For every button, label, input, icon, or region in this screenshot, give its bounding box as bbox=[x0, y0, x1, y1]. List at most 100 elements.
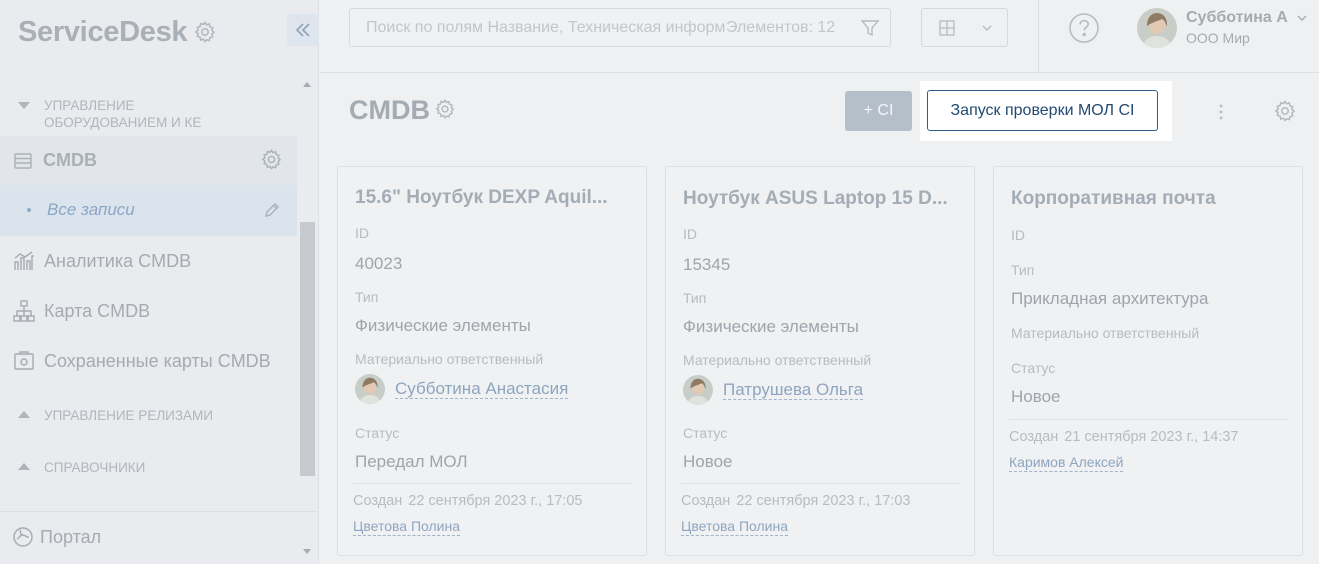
section-reference[interactable]: Справочники bbox=[18, 459, 145, 476]
author-link[interactable]: Цветова Полина bbox=[681, 518, 789, 536]
add-ci-button[interactable]: + CI bbox=[845, 91, 912, 131]
pencil-icon[interactable] bbox=[263, 201, 281, 219]
saved-map-icon bbox=[14, 351, 34, 370]
main-content: CMDB + CI Запуск проверки МОЛ CI 15.6" Н… bbox=[319, 74, 1319, 564]
mol-user-link[interactable]: Патрушева Ольга bbox=[723, 380, 864, 400]
search-input[interactable]: Поиск по полям Название, Техническая инф… bbox=[349, 8, 891, 47]
section-releases[interactable]: Управление релизами bbox=[18, 407, 213, 424]
field-value-type: Физические элементы bbox=[683, 317, 859, 336]
created-date: 22 сентября 2023 г., 17:03 bbox=[736, 493, 911, 509]
sidebar-item-label: CMDB bbox=[43, 150, 97, 170]
sidebar-item-label: Аналитика CMDB bbox=[44, 250, 192, 271]
user-org: ООО Мир bbox=[1186, 30, 1250, 46]
field-label-type: Тип bbox=[683, 290, 707, 306]
mol-user-link[interactable]: Субботина Анастасия bbox=[395, 379, 569, 399]
collapse-sidebar-button[interactable] bbox=[287, 14, 319, 46]
sidebar-item-label: Карта CMDB bbox=[44, 300, 151, 321]
sidebar-item-portal[interactable]: Портал bbox=[0, 511, 319, 564]
double-chevron-left-icon bbox=[295, 23, 310, 37]
filter-icon[interactable] bbox=[860, 18, 880, 38]
avatar[interactable] bbox=[1137, 8, 1177, 48]
hierarchy-icon bbox=[13, 300, 35, 322]
divider bbox=[353, 483, 633, 484]
field-label-status: Статус bbox=[683, 425, 728, 441]
field-label-id: ID bbox=[355, 225, 369, 241]
created-info: Создан 21 сентября 2023 г., 14:37 bbox=[1009, 429, 1238, 445]
author-link[interactable]: Цветова Полина bbox=[353, 518, 461, 536]
portal-icon bbox=[13, 527, 33, 547]
ci-card[interactable]: Корпоративная почта ID Тип Прикладная ар… bbox=[993, 166, 1303, 556]
brand-name: ServiceDesk bbox=[18, 15, 188, 48]
avatar bbox=[683, 375, 713, 405]
help-icon[interactable] bbox=[1068, 12, 1100, 44]
database-icon bbox=[14, 153, 32, 169]
card-title[interactable]: 15.6" Ноутбук DEXP Aquil... bbox=[355, 187, 625, 209]
created-date: 21 сентября 2023 г., 14:37 bbox=[1064, 429, 1239, 445]
sidebar-item-cmdb-map[interactable]: Карта CMDB bbox=[12, 298, 150, 324]
created-info: Создан 22 сентября 2023 г., 17:03 bbox=[681, 493, 910, 509]
sidebar-item-saved-maps[interactable]: Сохраненные карты CMDB bbox=[12, 348, 271, 374]
scroll-up-arrow-icon[interactable] bbox=[303, 82, 311, 87]
field-value-status: Новое bbox=[683, 452, 733, 471]
section-equipment-label: Управление оборудованием и КЕ bbox=[44, 98, 202, 130]
view-mode-select[interactable] bbox=[921, 8, 1008, 47]
field-label-status: Статус bbox=[1011, 360, 1056, 376]
topbar: Поиск по полям Название, Техническая инф… bbox=[319, 0, 1319, 73]
mol-user[interactable]: Субботина Анастасия bbox=[355, 374, 569, 404]
brand: ServiceDesk bbox=[18, 12, 217, 52]
field-value-id: 40023 bbox=[355, 254, 403, 273]
run-mol-check-button[interactable]: Запуск проверки МОЛ CI bbox=[927, 90, 1158, 131]
field-label-mol: Материально ответственный bbox=[355, 351, 544, 367]
triangle-up-icon bbox=[18, 411, 30, 418]
analytics-icon bbox=[14, 251, 34, 270]
sidebar: ServiceDesk Управление оборудованием и К… bbox=[0, 0, 319, 564]
sidebar-item-label: Портал bbox=[40, 526, 102, 547]
ci-card[interactable]: Ноутбук ASUS Laptop 15 D... ID 15345 Тип… bbox=[665, 166, 975, 556]
section-reference-label: Справочники bbox=[44, 460, 146, 475]
sidebar-item-label: Все записи bbox=[47, 200, 135, 219]
ci-card[interactable]: 15.6" Ноутбук DEXP Aquil... ID 40023 Тип… bbox=[337, 166, 647, 556]
sidebar-item-analytics[interactable]: Аналитика CMDB bbox=[12, 248, 191, 274]
avatar bbox=[355, 374, 385, 404]
triangle-up-icon bbox=[18, 463, 30, 470]
created-label: Создан bbox=[681, 493, 731, 509]
section-equipment[interactable]: Управление оборудованием и КЕ bbox=[18, 97, 224, 131]
section-releases-label: Управление релизами bbox=[44, 408, 213, 423]
sidebar-scrollbar-thumb[interactable] bbox=[300, 222, 315, 476]
gear-icon[interactable] bbox=[434, 98, 456, 120]
field-value-status: Передал МОЛ bbox=[355, 452, 468, 471]
chevron-down-icon[interactable] bbox=[1296, 12, 1308, 24]
triangle-down-icon bbox=[18, 102, 30, 109]
sidebar-item-all-records[interactable]: Все записи bbox=[0, 185, 297, 236]
created-label: Создан bbox=[353, 493, 403, 509]
field-value-id: 15345 bbox=[683, 255, 731, 274]
author-link[interactable]: Каримов Алексей bbox=[1009, 454, 1124, 472]
card-title[interactable]: Ноутбук ASUS Laptop 15 D... bbox=[683, 188, 953, 210]
field-value-type: Физические элементы bbox=[355, 316, 531, 335]
app-root: ServiceDesk Управление оборудованием и К… bbox=[0, 0, 1319, 564]
chevron-down-icon bbox=[982, 25, 992, 31]
user-name[interactable]: Субботина А bbox=[1186, 9, 1288, 27]
gear-icon[interactable] bbox=[260, 148, 283, 171]
field-label-type: Тип bbox=[355, 289, 379, 305]
sidebar-item-cmdb[interactable]: CMDB bbox=[0, 136, 297, 185]
field-label-id: ID bbox=[683, 226, 697, 242]
search-placeholder: Поиск по полям Название, Техническая инф… bbox=[366, 19, 726, 36]
card-title[interactable]: Корпоративная почта bbox=[1011, 188, 1281, 210]
grid-view-icon bbox=[939, 20, 955, 36]
field-value-type: Прикладная архитектура bbox=[1011, 289, 1209, 308]
field-label-mol: Материально ответственный bbox=[1011, 325, 1200, 341]
sidebar-item-label: Сохраненные карты CMDB bbox=[44, 350, 271, 371]
more-options-icon[interactable] bbox=[1214, 103, 1228, 121]
field-value-status: Новое bbox=[1011, 387, 1061, 406]
field-label-id: ID bbox=[1011, 227, 1025, 243]
created-label: Создан bbox=[1009, 429, 1059, 445]
mol-user[interactable]: Патрушева Ольга bbox=[683, 375, 864, 405]
gear-icon[interactable] bbox=[193, 20, 217, 44]
created-info: Создан 22 сентября 2023 г., 17:05 bbox=[353, 493, 582, 509]
divider bbox=[681, 483, 961, 484]
elements-count: Элементов: 12 bbox=[726, 19, 836, 36]
field-label-type: Тип bbox=[1011, 262, 1035, 278]
gear-icon[interactable] bbox=[1273, 99, 1297, 123]
divider bbox=[1038, 0, 1039, 73]
